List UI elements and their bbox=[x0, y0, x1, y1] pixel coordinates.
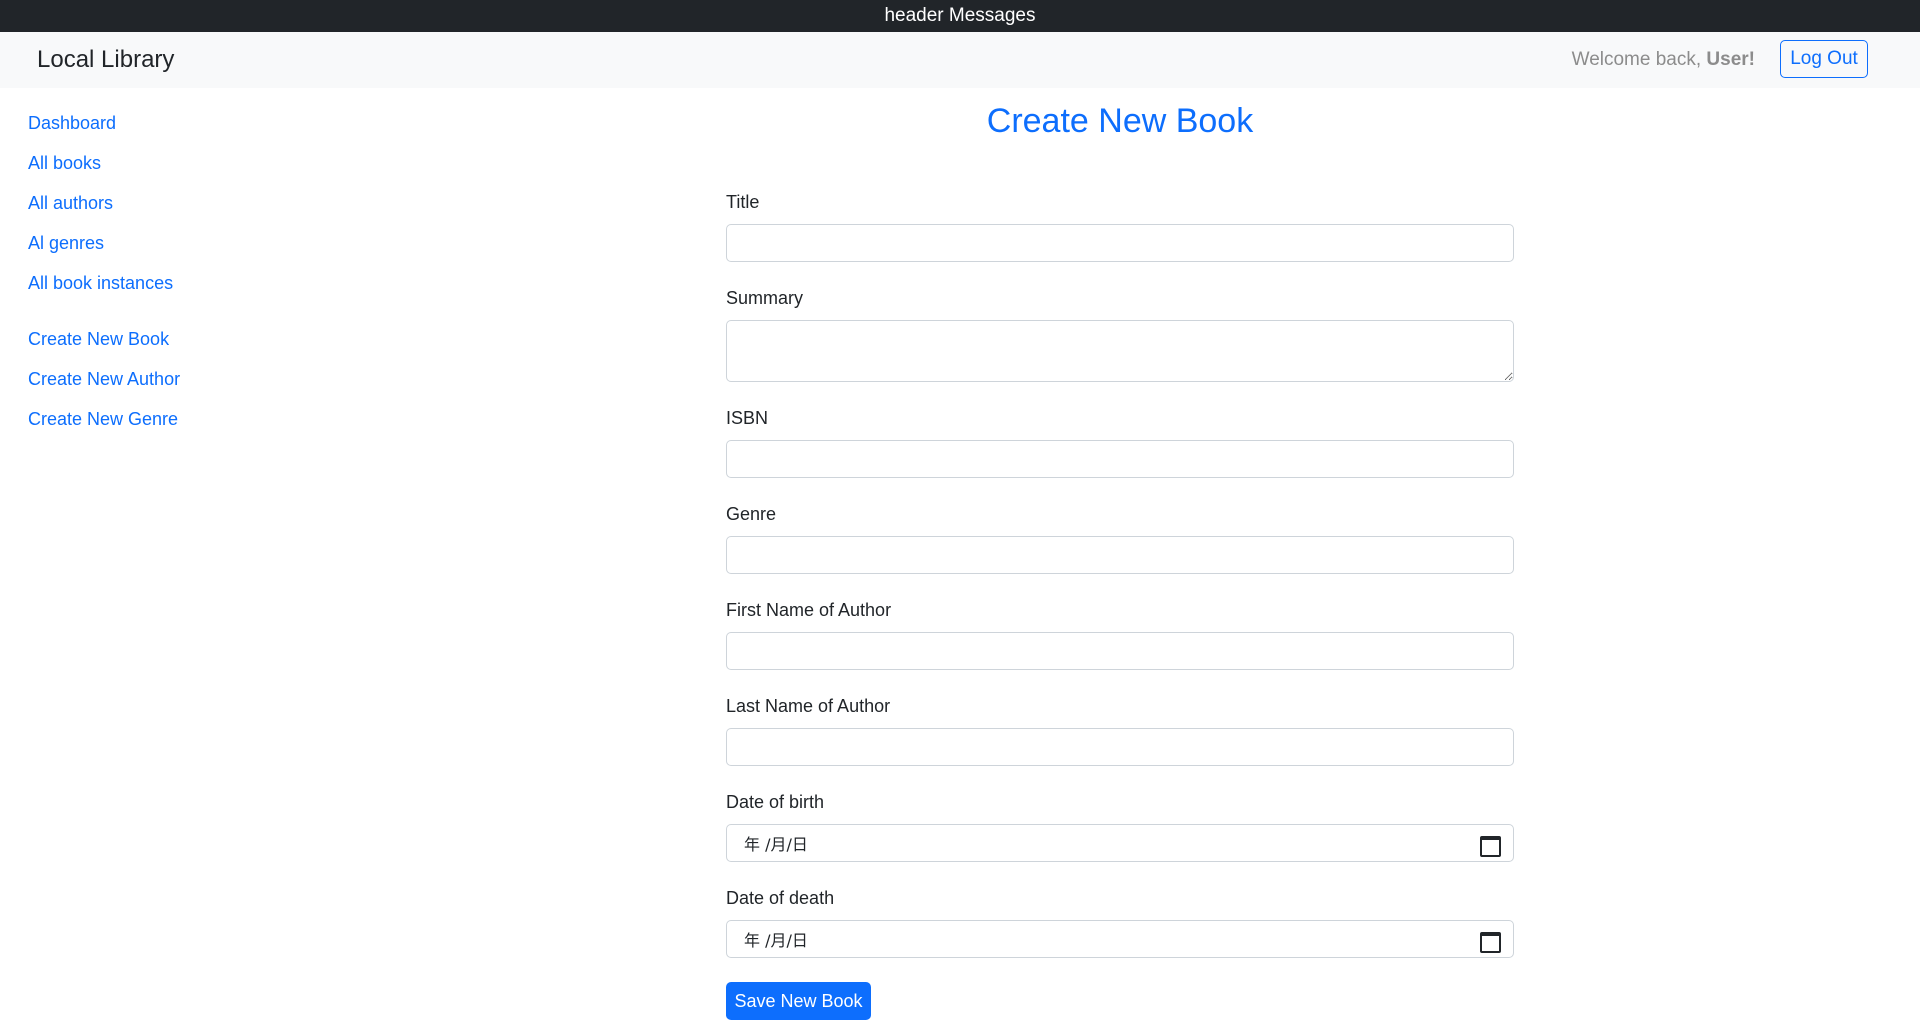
sidebar: Dashboard All books All authors Al genre… bbox=[28, 111, 328, 447]
title-field-group: Title bbox=[726, 190, 1514, 262]
sidebar-link-create-author[interactable]: Create New Author bbox=[28, 367, 328, 407]
last-name-field-group: Last Name of Author bbox=[726, 694, 1514, 766]
welcome-username: User! bbox=[1706, 49, 1755, 70]
page-title: Create New Book bbox=[986, 102, 1254, 140]
summary-label: Summary bbox=[726, 288, 804, 308]
sidebar-link-all-genres[interactable]: Al genres bbox=[28, 231, 328, 271]
calendar-icon[interactable] bbox=[1480, 931, 1501, 953]
header-messages-text: header Messages bbox=[884, 5, 1036, 26]
first-name-label: First Name of Author bbox=[726, 600, 892, 620]
sidebar-link-all-authors[interactable]: All authors bbox=[28, 191, 328, 231]
sidebar-link-all-books[interactable]: All books bbox=[28, 151, 328, 191]
date-of-death-field-group: Date of death 年 /月/日 bbox=[726, 886, 1514, 958]
isbn-label: ISBN bbox=[726, 408, 769, 428]
genre-input[interactable] bbox=[726, 536, 1514, 574]
summary-field-group: Summary bbox=[726, 286, 1514, 382]
title-label: Title bbox=[726, 192, 760, 212]
date-of-birth-placeholder: 年 /月/日 bbox=[744, 835, 808, 854]
date-of-birth-label: Date of birth bbox=[726, 792, 825, 812]
title-input[interactable] bbox=[726, 224, 1514, 262]
last-name-input[interactable] bbox=[726, 728, 1514, 766]
navbar: Local Library Welcome back, User! bbox=[0, 32, 1920, 88]
genre-label: Genre bbox=[726, 504, 777, 524]
date-of-birth-input[interactable]: 年 /月/日 bbox=[726, 824, 1514, 862]
first-name-input[interactable] bbox=[726, 632, 1514, 670]
create-book-form: Create New Book Title Summary ISBN Genre… bbox=[726, 100, 1514, 1020]
sidebar-link-dashboard[interactable]: Dashboard bbox=[28, 111, 328, 151]
brand-link[interactable]: Local Library bbox=[37, 32, 174, 88]
first-name-field-group: First Name of Author bbox=[726, 598, 1514, 670]
logout-button[interactable]: Log Out bbox=[1780, 40, 1868, 78]
date-of-death-input[interactable]: 年 /月/日 bbox=[726, 920, 1514, 958]
welcome-prefix: Welcome back, bbox=[1571, 49, 1707, 70]
sidebar-link-create-book[interactable]: Create New Book bbox=[28, 327, 328, 367]
welcome-message: Welcome back, User! bbox=[1572, 32, 1755, 88]
date-of-death-placeholder: 年 /月/日 bbox=[744, 931, 808, 950]
header-messages-bar: header Messages bbox=[0, 0, 1920, 32]
last-name-label: Last Name of Author bbox=[726, 696, 891, 716]
date-of-death-label: Date of death bbox=[726, 888, 835, 908]
sidebar-link-all-book-instances[interactable]: All book instances bbox=[28, 271, 328, 311]
save-new-book-button[interactable]: Save New Book bbox=[726, 982, 871, 1020]
genre-field-group: Genre bbox=[726, 502, 1514, 574]
summary-textarea[interactable] bbox=[726, 320, 1514, 382]
calendar-icon[interactable] bbox=[1480, 835, 1501, 857]
isbn-input[interactable] bbox=[726, 440, 1514, 478]
date-of-birth-field-group: Date of birth 年 /月/日 bbox=[726, 790, 1514, 862]
isbn-field-group: ISBN bbox=[726, 406, 1514, 478]
sidebar-link-create-genre[interactable]: Create New Genre bbox=[28, 407, 328, 447]
sidebar-divider-space bbox=[28, 311, 328, 327]
